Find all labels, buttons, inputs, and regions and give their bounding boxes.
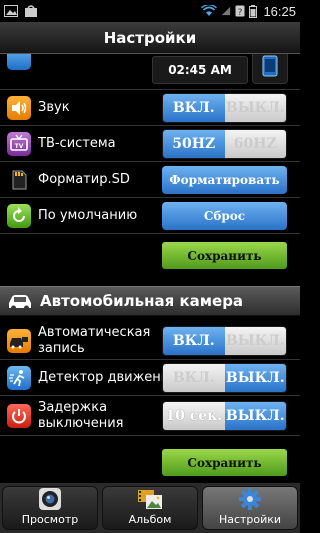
tv-icon: TV — [7, 132, 31, 156]
time-value: 02:45 AM — [168, 63, 232, 77]
sound-on-option[interactable]: ВКЛ. — [163, 94, 225, 122]
tv-60hz-option[interactable]: 60HZ — [224, 130, 286, 158]
speaker-icon — [7, 96, 31, 120]
shutdown-delay-label: Задержка выключения — [38, 400, 123, 432]
format-sd-row: Форматир.SD Форматировать — [0, 162, 300, 198]
tv-system-row: TV ТВ-система 50HZ 60HZ — [0, 126, 300, 162]
time-value-box[interactable]: 02:45 AM — [152, 56, 248, 84]
motion-detector-toggle[interactable]: ВКЛ. ВЫКЛ. — [162, 363, 287, 393]
bag-notification-icon — [25, 5, 37, 17]
tv-system-toggle[interactable]: 50HZ 60HZ — [162, 129, 287, 159]
shutdown-delay-row: Задержка выключения 10 сек. ВЫКЛ. — [0, 396, 300, 436]
auto-record-off-option[interactable]: ВЫКЛ. — [224, 327, 286, 355]
phone-icon[interactable] — [252, 54, 288, 84]
format-button[interactable]: Форматировать — [162, 166, 287, 194]
auto-record-label-line1: Автоматическая — [38, 325, 151, 340]
battery-icon — [249, 4, 258, 18]
default-label: По умолчанию — [38, 208, 138, 223]
status-bar: ? 16:25 — [0, 0, 300, 22]
motion-off-option[interactable]: ВЫКЛ. — [224, 364, 286, 392]
gear-icon — [239, 488, 261, 510]
sd-card-icon — [7, 168, 31, 192]
save-camera-button[interactable]: Сохранить — [162, 449, 287, 476]
dashcam-car-icon — [7, 329, 31, 353]
tv-50hz-option[interactable]: 50HZ — [163, 130, 225, 158]
film-photo-icon — [138, 490, 162, 509]
auto-record-on-option[interactable]: ВКЛ. — [163, 327, 225, 355]
motion-icon — [7, 366, 31, 390]
datetime-row: 02:45 AM — [0, 54, 300, 90]
gallery-notification-icon — [4, 5, 18, 17]
format-sd-label: Форматир.SD — [38, 172, 130, 187]
sound-row: Звук ВКЛ. ВЫКЛ. — [0, 90, 300, 126]
auto-record-label: Автоматическая запись — [38, 325, 150, 357]
save-button[interactable]: Сохранить — [162, 242, 287, 269]
clock-icon — [7, 54, 31, 70]
auto-record-row: Автоматическая запись ВКЛ. ВЫКЛ. — [0, 322, 300, 360]
reset-button[interactable]: Сброс — [162, 202, 287, 230]
status-time: 16:25 — [263, 3, 296, 19]
delay-off-option[interactable]: ВЫКЛ. — [224, 402, 286, 430]
car-icon — [9, 295, 31, 311]
no-signal-icon — [222, 6, 231, 16]
car-camera-header: Автомобильная камера — [0, 286, 300, 316]
shutdown-delay-label-line1: Задержка — [38, 400, 108, 415]
bottom-nav: Просмотр Альбом Настройки — [0, 483, 300, 533]
auto-record-label-line2: запись — [38, 341, 85, 356]
svg-text:TV: TV — [15, 143, 24, 150]
tab-settings-label: Настройки — [218, 513, 282, 526]
car-camera-title: Автомобильная камера — [40, 292, 244, 310]
delay-10s-option[interactable]: 10 сек. — [163, 402, 225, 430]
tv-system-label: ТВ-система — [38, 136, 116, 151]
motion-detector-label: Детектор движения — [38, 370, 178, 385]
motion-on-option[interactable]: ВКЛ. — [163, 364, 225, 392]
sim-unknown-icon: ? — [235, 5, 245, 17]
sound-label: Звук — [38, 100, 70, 115]
reset-icon — [7, 204, 31, 228]
tab-album-label: Альбом — [128, 513, 172, 526]
tab-settings[interactable]: Настройки — [202, 486, 298, 530]
page-title: Настройки — [103, 28, 197, 47]
auto-record-toggle[interactable]: ВКЛ. ВЫКЛ. — [162, 326, 287, 356]
sound-off-option[interactable]: ВЫКЛ. — [224, 94, 286, 122]
save-row-2: Сохранить — [0, 436, 300, 483]
svg-text:?: ? — [238, 8, 243, 17]
wifi-icon — [201, 5, 218, 16]
shutdown-delay-label-line2: выключения — [38, 416, 124, 431]
tab-album[interactable]: Альбом — [102, 486, 198, 530]
motion-detector-row: Детектор движения ВКЛ. ВЫКЛ. — [0, 360, 300, 396]
tab-preview-label: Просмотр — [21, 513, 79, 526]
tab-preview[interactable]: Просмотр — [2, 486, 98, 530]
shutdown-delay-toggle[interactable]: 10 сек. ВЫКЛ. — [162, 401, 287, 431]
default-row: По умолчанию Сброс — [0, 198, 300, 234]
sound-toggle[interactable]: ВКЛ. ВЫКЛ. — [162, 93, 287, 123]
camera-lens-icon — [39, 488, 61, 510]
settings-list[interactable]: 02:45 AM Звук ВКЛ. ВЫКЛ. TV ТВ-система 5… — [0, 54, 300, 483]
save-row-1: Сохранить — [0, 234, 300, 276]
power-icon — [7, 404, 31, 428]
title-bar: Настройки — [0, 22, 300, 54]
